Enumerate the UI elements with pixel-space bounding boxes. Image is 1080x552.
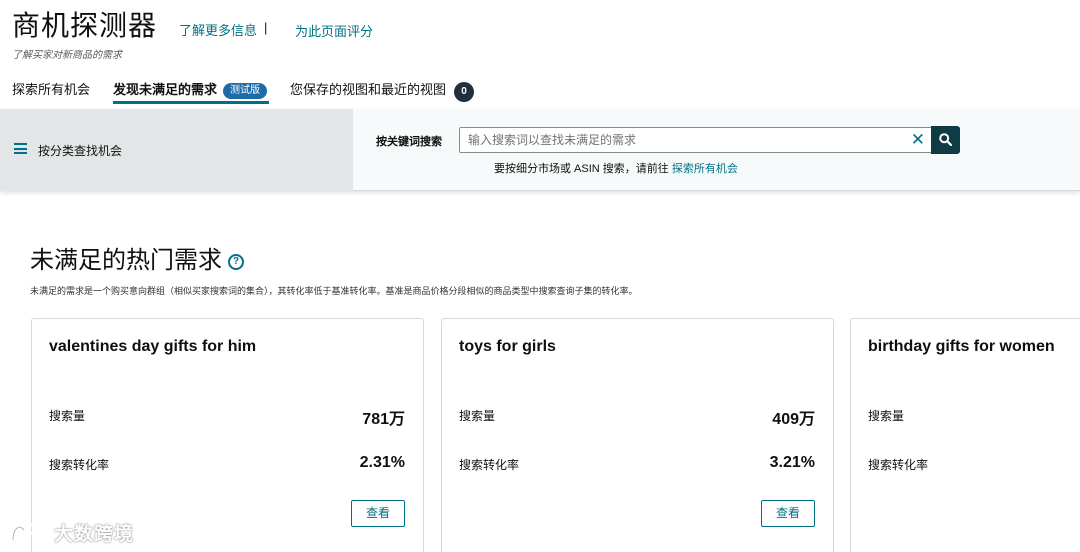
search-volume-value: 781万 — [362, 411, 405, 428]
beta-badge: 测试版 — [223, 83, 268, 99]
search-button[interactable] — [931, 126, 960, 154]
search-volume-label: 搜索量 — [459, 409, 496, 423]
search-input[interactable] — [460, 128, 900, 152]
menu-icon — [14, 143, 27, 154]
search-box: ✕ — [459, 127, 931, 153]
card-title: toys for girls — [459, 338, 556, 355]
saved-count-badge: 0 — [454, 82, 475, 102]
keyword-search-label: 按关键词搜索 — [376, 136, 442, 148]
conversion-rate-label: 搜索转化率 — [868, 458, 929, 472]
card-title: valentines day gifts for him — [49, 338, 257, 355]
search-icon — [939, 133, 952, 146]
view-button[interactable]: 查看 — [351, 500, 405, 527]
conversion-rate-value: 3.21% — [769, 454, 815, 471]
category-filter-label: 按分类查找机会 — [38, 144, 123, 158]
card-title: birthday gifts for women — [868, 338, 1055, 355]
category-filter[interactable]: 按分类查找机会 — [0, 109, 353, 191]
tab-label: 发现未满足的需求 — [113, 82, 218, 97]
watermark: 大数跨境 — [10, 516, 150, 546]
watermark-logo-icon — [11, 522, 52, 541]
tab-label: 您保存的视图和最近的视图 — [290, 82, 447, 97]
search-volume-label: 搜索量 — [49, 409, 86, 423]
rate-page-link[interactable]: 为此页面评分 — [295, 21, 373, 40]
header-separator: | — [264, 20, 268, 35]
asin-hint-text: 要按细分市场或 ASIN 搜索，请前往 — [494, 163, 672, 175]
explore-all-link[interactable]: 探索所有机会 — [672, 163, 738, 175]
watermark-text: 大数跨境 — [54, 524, 135, 545]
search-volume-label: 搜索量 — [868, 409, 905, 423]
tab-bar: 探索所有机会 发现未满足的需求 测试版 您保存的视图和最近的视图 0 — [12, 80, 612, 104]
conversion-rate-label: 搜索转化率 — [49, 458, 110, 472]
search-volume-value: 409万 — [772, 411, 815, 428]
search-panel: 按分类查找机会 按关键词搜索 ✕ 要按细分市场或 ASIN 搜索，请前往 探索所… — [0, 109, 1080, 191]
page-subtitle: 了解买家对新商品的需求 — [12, 50, 122, 61]
conversion-rate-value: 2.31% — [359, 454, 405, 471]
close-icon[interactable]: ✕ — [911, 130, 925, 150]
need-card: birthday gifts for women 搜索量 搜索转化率 — [850, 318, 1080, 552]
view-button[interactable]: 查看 — [761, 500, 815, 527]
need-card: toys for girls 搜索量 409万 搜索转化率 3.21% 查看 — [441, 318, 834, 552]
tab-label: 探索所有机会 — [12, 82, 91, 97]
page-header: 商机探测器 了解更多信息 | 为此页面评分 了解买家对新商品的需求 — [12, 8, 1072, 68]
learn-more-link[interactable]: 了解更多信息 — [179, 20, 257, 39]
tab-explore-all[interactable]: 探索所有机会 — [12, 80, 90, 104]
tab-unmet-needs[interactable]: 发现未满足的需求 测试版 — [113, 80, 270, 104]
section-description: 未满足的需求是一个购买意向群组（相似买家搜索词的集合），其转化率低于基准转化率。… — [30, 286, 638, 296]
tab-saved-views[interactable]: 您保存的视图和最近的视图 0 — [290, 80, 475, 104]
conversion-rate-label: 搜索转化率 — [459, 458, 520, 472]
page-title: 商机探测器 — [12, 10, 158, 41]
section-title: 未满足的热门需求 — [30, 247, 222, 274]
asin-hint: 要按细分市场或 ASIN 搜索，请前往 探索所有机会 — [494, 160, 738, 176]
help-icon[interactable]: ? — [228, 254, 244, 270]
